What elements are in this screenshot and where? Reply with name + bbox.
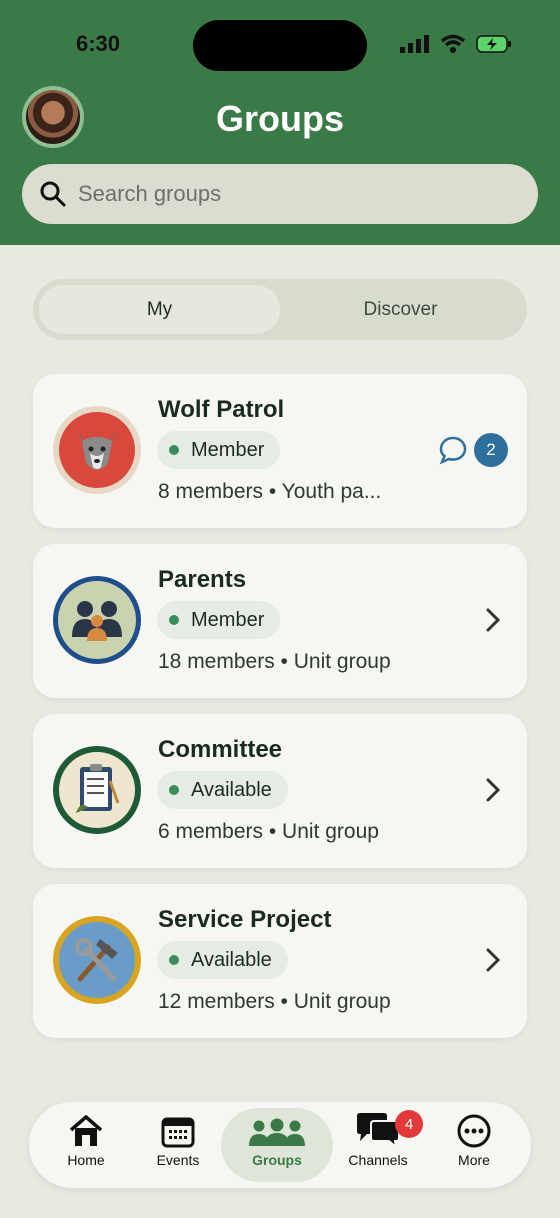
wifi-icon	[440, 34, 466, 53]
tab-home[interactable]: Home	[39, 1108, 133, 1182]
tab-label: Home	[67, 1152, 105, 1168]
tab-label: More	[458, 1152, 490, 1168]
search-icon	[40, 181, 66, 207]
group-card-parents[interactable]: Parents Member 18 members • Unit group	[33, 544, 527, 698]
status-time: 6:30	[76, 31, 121, 56]
channels-badge: 4	[395, 1110, 423, 1138]
home-icon	[69, 1115, 103, 1146]
wolf-icon	[52, 405, 142, 495]
group-name: Wolf Patrol	[158, 396, 285, 423]
search-input[interactable]	[78, 181, 498, 207]
tab-groups[interactable]: Groups	[221, 1108, 333, 1182]
chat-bubbles-icon	[357, 1113, 400, 1148]
chat-icon[interactable]	[438, 435, 468, 465]
segment-discover[interactable]: Discover	[280, 285, 521, 334]
group-meta: 18 members • Unit group	[158, 650, 391, 673]
chevron-right-icon[interactable]	[485, 607, 501, 633]
group-meta: 12 members • Unit group	[158, 990, 391, 1013]
signal-icon	[400, 35, 429, 53]
tab-bar: Home Events Groups Channels 4 More	[29, 1102, 531, 1188]
group-name: Committee	[158, 736, 283, 763]
more-icon	[457, 1114, 491, 1148]
tab-more[interactable]: More	[427, 1108, 521, 1182]
status-badge: Available	[157, 771, 288, 809]
unread-count-badge: 2	[474, 433, 508, 467]
status-badge: Member	[157, 601, 281, 639]
group-name: Parents	[158, 566, 247, 593]
status-badge: Member	[157, 431, 281, 469]
group-card-service-project[interactable]: Service Project Available 12 members • U…	[33, 884, 527, 1038]
battery-icon	[476, 35, 511, 53]
tab-label: Channels	[348, 1152, 408, 1168]
tab-label: Events	[156, 1152, 200, 1168]
clipboard-icon	[52, 745, 142, 835]
group-name: Service Project	[158, 906, 332, 933]
group-meta: 6 members • Unit group	[158, 820, 379, 843]
page-title: Groups	[215, 98, 344, 139]
tools-icon	[52, 915, 142, 1005]
dynamic-island	[193, 20, 367, 71]
group-meta: 8 members • Youth pa...	[158, 480, 382, 503]
chevron-right-icon[interactable]	[485, 777, 501, 803]
status-icons	[400, 34, 512, 54]
parents-icon	[52, 575, 142, 665]
group-card-committee[interactable]: Committee Available 6 members • Unit gro…	[33, 714, 527, 868]
status-badge: Available	[157, 941, 288, 979]
groups-icon	[249, 1118, 305, 1146]
tab-label: Groups	[252, 1152, 302, 1168]
segment-my[interactable]: My	[39, 285, 280, 334]
group-card-wolf-patrol[interactable]: Wolf Patrol Member 8 members • Youth pa.…	[33, 374, 527, 528]
segmented-control: My Discover	[33, 279, 527, 340]
search-bar[interactable]	[22, 164, 538, 224]
tab-events[interactable]: Events	[131, 1108, 225, 1182]
chevron-right-icon[interactable]	[485, 947, 501, 973]
calendar-icon	[161, 1117, 195, 1148]
header-bar: 6:30 Groups	[0, 0, 560, 245]
